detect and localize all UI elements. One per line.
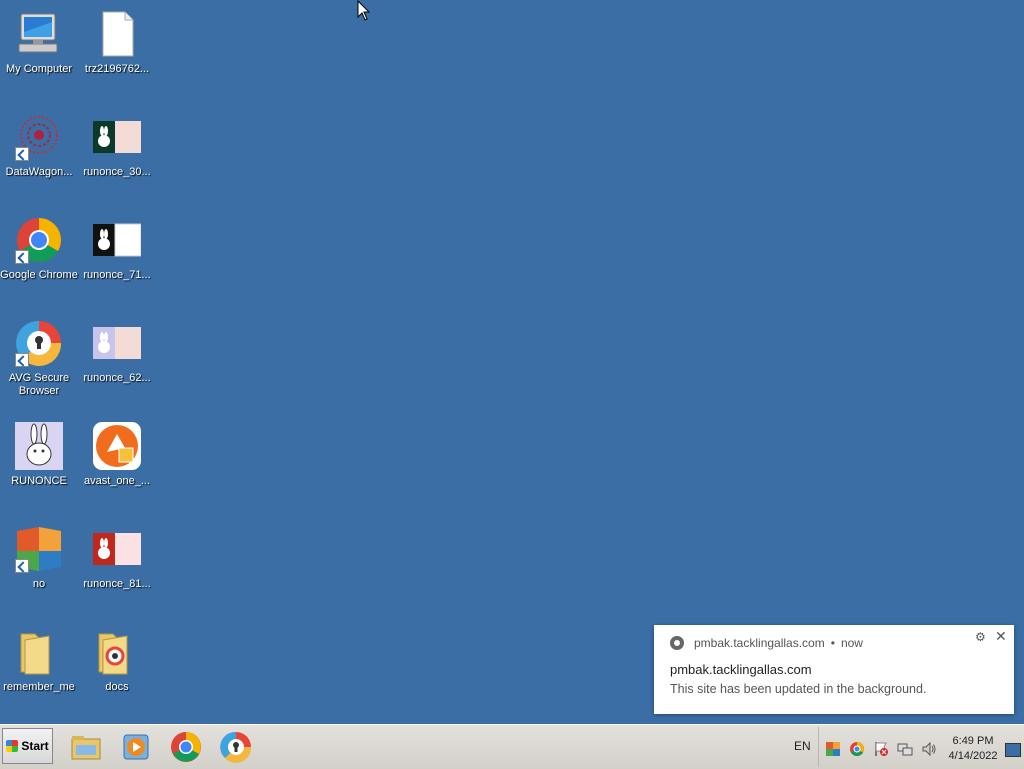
image-thumbnail-icon: [93, 216, 142, 264]
desktop-icon-google-chrome[interactable]: Google Chrome: [0, 206, 78, 296]
desktop-icon-runonce-30[interactable]: runonce_30...: [78, 103, 156, 193]
desktop-icon-label: RUNONCE: [11, 475, 67, 487]
desktop-icon-my-computer[interactable]: My Computer: [0, 0, 78, 90]
desktop-icon-runonce[interactable]: RUNONCE: [0, 412, 78, 502]
shortcut-arrow-icon: [15, 559, 29, 573]
notification-toast[interactable]: pmbak.tacklingallas.com • now ⚙ ✕ pmbak.…: [654, 625, 1014, 714]
tray-chrome-icon[interactable]: [849, 741, 865, 757]
language-indicator[interactable]: EN: [794, 739, 811, 753]
desktop-icon-docs[interactable]: docs: [78, 618, 156, 708]
desktop-icon-label: trz2196762...: [84, 63, 150, 75]
desktop-icon-avg-secure-browser[interactable]: AVG Secure Browser: [0, 309, 78, 399]
desktop-icon-no[interactable]: no: [0, 515, 78, 605]
desktop-icon-datawagon[interactable]: DataWagon...: [0, 103, 78, 193]
clock-date: 4/14/2022: [948, 750, 998, 762]
desktop-icon-label: DataWagon...: [5, 166, 73, 178]
tray-volume-icon[interactable]: [921, 741, 937, 757]
taskbar-explorer-icon[interactable]: [70, 731, 102, 763]
system-tray: 6:49 PM 4/14/2022: [818, 727, 1024, 767]
chrome-icon: [15, 216, 63, 264]
desktop-icon-label: runonce_30...: [83, 166, 151, 178]
desktop-icon-label: runonce_71...: [83, 269, 151, 281]
clock-time: 6:49 PM: [952, 735, 994, 747]
desktop-icon-label: remember_me: [3, 681, 75, 693]
avg-browser-icon: [15, 319, 63, 367]
shortcut-arrow-icon: [15, 147, 29, 161]
desktop-icon-label: avast_one_...: [83, 475, 151, 487]
desktop-icon-label: no: [32, 578, 46, 590]
desktop-icon-label: runonce_81...: [83, 578, 151, 590]
desktop-icon-runonce-62[interactable]: runonce_62...: [78, 309, 156, 399]
system-clock[interactable]: 6:49 PM 4/14/2022: [947, 734, 999, 764]
rabbit-icon: [15, 422, 63, 470]
notification-title: pmbak.tacklingallas.com: [670, 662, 812, 677]
notification-separator: •: [830, 636, 835, 650]
desktop-icon-label: docs: [105, 681, 129, 693]
shortcut-arrow-icon: [15, 353, 29, 367]
tray-avg-icon[interactable]: [825, 741, 841, 757]
tray-network-icon[interactable]: [897, 741, 913, 757]
desktop-icon-remember-me[interactable]: remember_me: [0, 618, 78, 708]
mouse-cursor-icon: [357, 0, 371, 21]
taskbar-chrome-icon[interactable]: [170, 731, 202, 763]
chrome-origin-icon: [670, 636, 684, 650]
image-thumbnail-icon: [93, 525, 141, 573]
windows-flag-icon: [6, 740, 19, 752]
show-desktop-button[interactable]: [1005, 743, 1021, 757]
notification-close-icon[interactable]: ✕: [995, 628, 1007, 645]
avast-icon: [93, 422, 141, 470]
desktop-icon-label: My Computer: [5, 63, 73, 75]
image-thumbnail-icon: [93, 113, 141, 161]
desktop-icon-runonce-81[interactable]: runonce_81...: [78, 515, 156, 605]
desktop-icon-runonce-71[interactable]: runonce_71...: [78, 206, 156, 296]
desktop-icon-label: runonce_62...: [83, 372, 151, 384]
datawagon-icon: [15, 113, 63, 161]
shortcut-arrow-icon: [15, 250, 29, 264]
image-thumbnail-icon: [93, 319, 141, 367]
folder-icon: [15, 628, 63, 676]
notification-time: now: [840, 636, 863, 650]
tray-action-center-flag-icon[interactable]: [873, 741, 889, 757]
start-button[interactable]: Start: [2, 728, 53, 764]
desktop-icon-label: Google Chrome: [0, 269, 78, 281]
computer-icon: [15, 10, 63, 58]
taskbar: Start EN 6:49 PM 4/14/2022: [0, 724, 1024, 769]
desktop: My Computer DataWagon... Google Chrome A…: [0, 0, 1024, 724]
avg-icon: [15, 525, 63, 573]
taskbar-avg-browser-icon[interactable]: [220, 731, 252, 763]
notification-origin: pmbak.tacklingallas.com: [694, 636, 825, 650]
file-icon: [93, 10, 141, 58]
notification-settings-icon[interactable]: ⚙: [975, 630, 986, 644]
desktop-icon-trz-file[interactable]: trz2196762...: [78, 0, 156, 90]
folder-icon: [93, 628, 141, 676]
notification-body: This site has been updated in the backgr…: [670, 682, 927, 696]
taskbar-media-player-icon[interactable]: [120, 731, 152, 763]
start-label: Start: [21, 739, 49, 753]
desktop-icon-label: AVG Secure Browser: [8, 372, 70, 397]
notification-header: pmbak.tacklingallas.com • now: [670, 636, 863, 650]
desktop-icon-avast-one[interactable]: avast_one_...: [78, 412, 156, 502]
